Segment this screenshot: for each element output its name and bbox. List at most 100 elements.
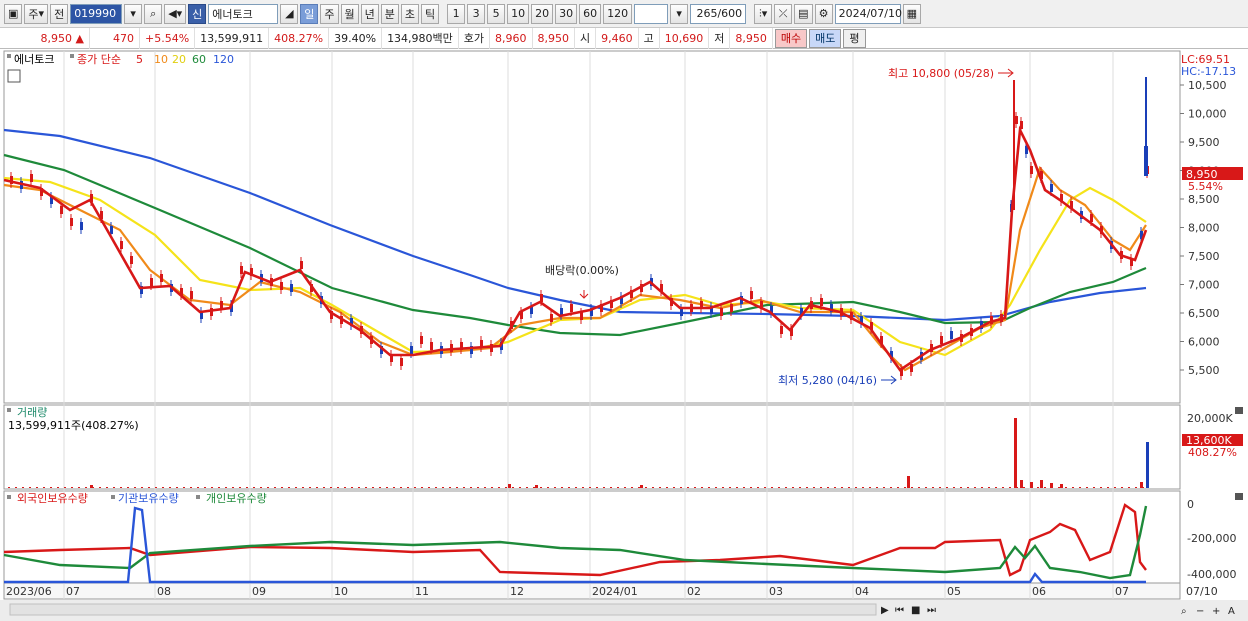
period-year[interactable]: 년: [360, 3, 379, 24]
holding-panel: [3, 490, 1181, 584]
volume-bar: [330, 487, 332, 488]
search-icon[interactable]: ⌕: [144, 3, 163, 24]
save-icon[interactable]: ▤: [794, 3, 813, 24]
interval-3[interactable]: 3: [467, 3, 486, 24]
sell-button[interactable]: 매도: [809, 28, 842, 48]
speaker-icon[interactable]: ◀▾: [164, 3, 187, 24]
high-annotation: 최고 10,800 (05/28): [888, 67, 994, 80]
volume-bar: [1050, 483, 1053, 488]
volume-panel-close-icon[interactable]: [1235, 407, 1243, 414]
volume-bar: [1093, 487, 1095, 488]
volume-bar: [225, 487, 227, 488]
volume-bar: [876, 487, 878, 488]
volume-bar: [281, 487, 283, 488]
ma120-label: 120: [213, 53, 234, 66]
candle-type-icon[interactable]: ⫶▾: [754, 3, 773, 24]
volume-bar: [218, 487, 220, 488]
candle-body: [570, 304, 573, 312]
volume-bar: [568, 487, 570, 488]
volume-bar: [589, 487, 591, 488]
x-tick-label: 08: [157, 585, 171, 598]
volume-bar: [708, 487, 710, 488]
volume-bar: [442, 487, 444, 488]
period-month[interactable]: 월: [340, 3, 359, 24]
price-change-pct: +5.54%: [140, 27, 196, 49]
volume-bar: [344, 487, 346, 488]
name-menu-icon[interactable]: ◢: [280, 3, 299, 24]
volume-title: 거래량: [17, 406, 47, 419]
volume-bar: [470, 487, 472, 488]
dividend-annotation: 배당락(0.00%): [545, 264, 619, 277]
zoom-out-icon: −: [1196, 606, 1204, 617]
scroll-track[interactable]: [9, 603, 877, 616]
new-tag[interactable]: 신: [188, 3, 207, 24]
volume-bar: [785, 487, 787, 488]
volume-bar: [1020, 480, 1023, 488]
volume-bar: [449, 487, 451, 488]
interval-1[interactable]: 1: [447, 3, 466, 24]
volume-bar: [680, 487, 682, 488]
volume-bar: [120, 487, 122, 488]
buy-button[interactable]: 매수: [774, 28, 808, 48]
volume-bar: [890, 487, 892, 488]
volume-value: 13,599,911: [195, 27, 270, 49]
volume-bar: [414, 487, 416, 488]
volume-bar: [631, 487, 633, 488]
calendar-icon[interactable]: ▦: [902, 3, 921, 24]
average-button[interactable]: 평: [843, 28, 866, 48]
period-minute[interactable]: 분: [380, 3, 399, 24]
crosshair-icon[interactable]: ⤫: [774, 3, 793, 24]
interval-20[interactable]: 20: [531, 3, 554, 24]
period-tick[interactable]: 틱: [421, 3, 440, 24]
candle-body: [240, 266, 243, 274]
volume-bar: [1009, 487, 1011, 488]
interval-120[interactable]: 120: [603, 3, 633, 24]
interval-10[interactable]: 10: [507, 3, 530, 24]
candle-body: [1015, 116, 1018, 124]
volume-bar: [862, 487, 864, 488]
count-input[interactable]: 265/600: [690, 3, 747, 24]
code-dropdown-icon[interactable]: ▾: [124, 3, 143, 24]
grid-toggle-icon[interactable]: [7, 69, 21, 83]
candle-body: [130, 256, 133, 264]
holding-panel-close-icon[interactable]: [1235, 493, 1243, 500]
y-tick-label: 10,500: [1188, 79, 1227, 92]
stock-chart[interactable]: 에너토크 종가 단순 5 10 20 60 120 LC:69.51 HC:-1…: [0, 50, 1248, 621]
period-day[interactable]: 일: [300, 3, 319, 24]
period-week[interactable]: 주: [320, 3, 339, 24]
individual-holding-label: 개인보유수량: [206, 492, 267, 505]
holding-y-tick-2: -400,000: [1187, 568, 1236, 581]
market-select[interactable]: 주 ▾: [24, 3, 49, 24]
volume-bar: [792, 487, 794, 488]
candle-body: [120, 241, 123, 249]
volume-bar: [1023, 487, 1025, 488]
interval-60[interactable]: 60: [579, 3, 602, 24]
stock-name-field: 에너토크: [208, 3, 279, 24]
interval-30[interactable]: 30: [555, 3, 578, 24]
volume-bar: [204, 487, 206, 488]
volume-bar: [582, 487, 584, 488]
volume-bar: [1037, 487, 1039, 488]
volume-bar: [183, 487, 185, 488]
volume-bar: [8, 487, 10, 488]
candle-body: [430, 342, 433, 350]
date-input[interactable]: 2024/07/10: [834, 3, 902, 24]
period-second[interactable]: 초: [400, 3, 420, 24]
y-tick-label: 9,500: [1188, 136, 1220, 149]
holding-panel-header: 외국인보유수량 기관보유수량 개인보유수량: [7, 492, 267, 505]
volume-bar: [834, 487, 836, 488]
volume-bar: [197, 487, 199, 488]
interval-dropdown-icon[interactable]: ▾: [670, 3, 689, 24]
prefix-button[interactable]: 전: [50, 3, 69, 24]
stock-code-input[interactable]: 019990: [70, 3, 123, 24]
volume-bar: [71, 487, 73, 488]
interval-5[interactable]: 5: [487, 3, 506, 24]
scroll-end-icon: ⏭: [927, 605, 936, 616]
current-pct-text: 5.54%: [1188, 180, 1223, 193]
open-value: 9,460: [596, 27, 639, 49]
volume-bar: [1140, 482, 1143, 488]
layout-icon[interactable]: ▣: [4, 3, 23, 24]
x-tick-label: 07/10: [1186, 585, 1218, 598]
interval-custom-input[interactable]: [634, 3, 669, 24]
gear-icon[interactable]: ⚙: [814, 3, 833, 24]
